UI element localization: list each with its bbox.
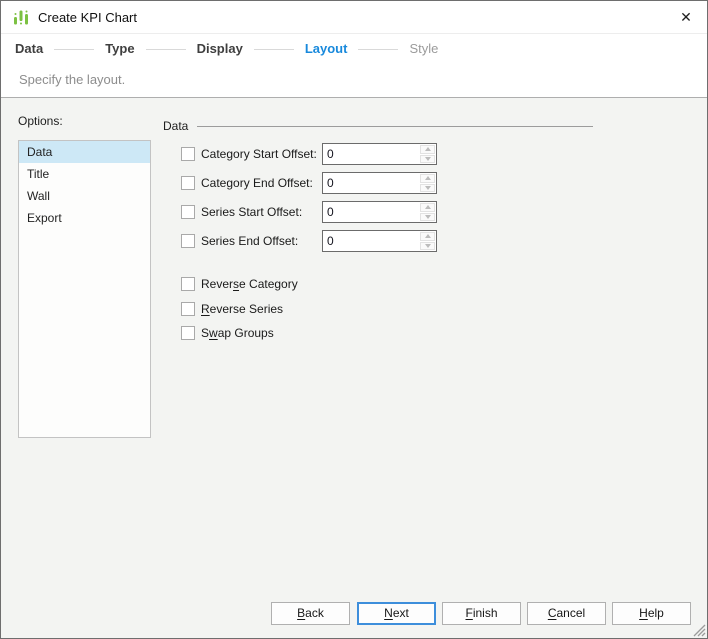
finish-button[interactable]: Finish (442, 602, 521, 625)
close-icon[interactable]: ✕ (677, 8, 695, 26)
series-end-offset-label[interactable]: Series End Offset: (201, 230, 298, 252)
spinner-up-arrow-icon[interactable] (420, 203, 435, 212)
step-connector (54, 48, 95, 50)
kpi-chart-app-icon (12, 8, 30, 26)
series-start-offset-label[interactable]: Series Start Offset: (201, 201, 302, 223)
options-list[interactable]: Data Title Wall Export (18, 140, 151, 438)
category-end-offset-spinner: 0 (322, 172, 437, 194)
category-end-offset-input[interactable]: 0 (327, 173, 334, 193)
spinner-buttons (420, 232, 435, 250)
offset-row: Series End Offset: 0 (181, 230, 441, 252)
spinner-down-arrow-icon[interactable] (420, 183, 435, 192)
step-connector (358, 48, 399, 50)
step-description-text: Specify the layout. (19, 72, 126, 87)
series-end-offset-input[interactable]: 0 (327, 231, 334, 251)
offset-row: Category End Offset: 0 (181, 172, 441, 194)
step-style[interactable]: Style (409, 41, 438, 56)
reverse-series-label[interactable]: Reverse Series (201, 301, 283, 317)
series-start-offset-checkbox[interactable] (181, 205, 195, 219)
category-start-offset-checkbox[interactable] (181, 147, 195, 161)
spinner-up-arrow-icon[interactable] (420, 232, 435, 241)
swap-groups-label[interactable]: Swap Groups (201, 325, 274, 341)
step-display[interactable]: Display (197, 41, 243, 56)
reverse-category-label[interactable]: Reverse Category (201, 276, 298, 292)
reverse-series-checkbox[interactable] (181, 302, 195, 316)
flag-row: Reverse Category (181, 276, 441, 292)
category-start-offset-input[interactable]: 0 (327, 144, 334, 164)
sidebar-item-wall[interactable]: Wall (19, 185, 150, 207)
create-kpi-chart-dialog: Create KPI Chart ✕ Data Type Display Lay… (0, 0, 708, 639)
spinner-down-arrow-icon[interactable] (420, 212, 435, 221)
step-connector (253, 48, 294, 50)
dialog-header: Create KPI Chart ✕ Data Type Display Lay… (1, 1, 707, 98)
wizard-steps: Data Type Display Layout Style (1, 33, 707, 63)
back-button[interactable]: Back (271, 602, 350, 625)
series-end-offset-spinner: 0 (322, 230, 437, 252)
spinner-down-arrow-icon[interactable] (420, 154, 435, 163)
category-start-offset-label[interactable]: Category Start Offset: (201, 143, 317, 165)
offset-row: Category Start Offset: 0 (181, 143, 441, 165)
step-layout[interactable]: Layout (305, 41, 348, 56)
flag-row: Reverse Series (181, 301, 441, 317)
sidebar-item-title[interactable]: Title (19, 163, 150, 185)
flag-row: Swap Groups (181, 325, 441, 341)
spinner-buttons (420, 145, 435, 163)
titlebar[interactable]: Create KPI Chart ✕ (1, 1, 707, 34)
group-title-data: Data (163, 119, 189, 133)
series-end-offset-checkbox[interactable] (181, 234, 195, 248)
swap-groups-checkbox[interactable] (181, 326, 195, 340)
next-button[interactable]: Next (357, 602, 436, 625)
series-start-offset-spinner: 0 (322, 201, 437, 223)
step-description: Specify the layout. (1, 63, 707, 96)
options-label: Options: (18, 114, 63, 128)
spinner-up-arrow-icon[interactable] (420, 174, 435, 183)
reverse-category-checkbox[interactable] (181, 277, 195, 291)
step-data[interactable]: Data (15, 41, 43, 56)
step-type[interactable]: Type (105, 41, 134, 56)
category-end-offset-checkbox[interactable] (181, 176, 195, 190)
spinner-up-arrow-icon[interactable] (420, 145, 435, 154)
help-button[interactable]: Help (612, 602, 691, 625)
category-end-offset-label[interactable]: Category End Offset: (201, 172, 313, 194)
resize-grip-icon[interactable] (692, 623, 706, 637)
step-connector (145, 48, 186, 50)
category-start-offset-spinner: 0 (322, 143, 437, 165)
spinner-buttons (420, 174, 435, 192)
window-title: Create KPI Chart (38, 9, 137, 25)
offset-row: Series Start Offset: 0 (181, 201, 441, 223)
series-start-offset-input[interactable]: 0 (327, 202, 334, 222)
sidebar-item-data[interactable]: Data (19, 141, 150, 163)
spinner-buttons (420, 203, 435, 221)
group-separator (197, 126, 593, 127)
sidebar-item-export[interactable]: Export (19, 207, 150, 229)
spinner-down-arrow-icon[interactable] (420, 241, 435, 250)
cancel-button[interactable]: Cancel (527, 602, 606, 625)
